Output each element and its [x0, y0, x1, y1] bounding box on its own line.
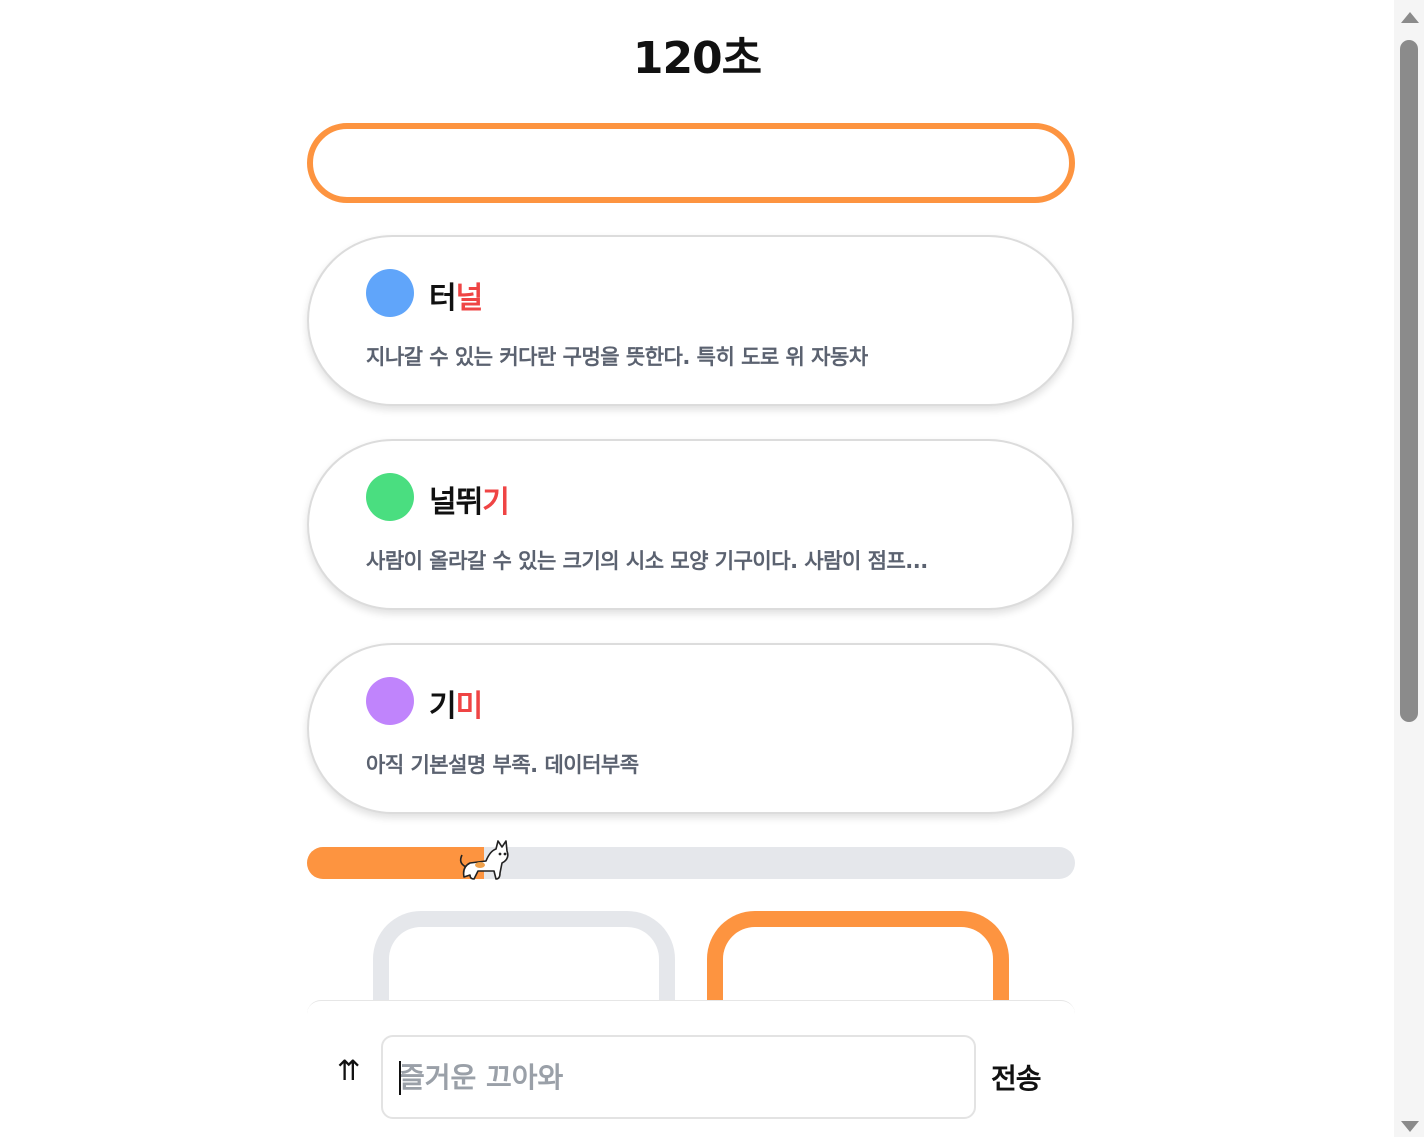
text-caret	[399, 1061, 401, 1095]
cat-icon	[459, 840, 509, 880]
card-word: 터널	[429, 281, 484, 316]
card-word: 널뛰기	[429, 485, 510, 520]
chat-input[interactable]	[381, 1035, 976, 1119]
card-description: 아직 기본설명 부족. 데이터부족	[366, 753, 639, 777]
scroll-top-button[interactable]: ⇈	[337, 1057, 360, 1085]
answer-input[interactable]	[307, 123, 1075, 203]
word-card: 터널 지나갈 수 있는 커다란 구멍을 뜻한다. 특히 도로 위 자동차	[307, 235, 1074, 406]
send-button[interactable]: 전송	[991, 1057, 1042, 1097]
word-card: 기미 아직 기본설명 부족. 데이터부족	[307, 643, 1074, 814]
scroll-thumb[interactable]	[1400, 40, 1418, 722]
timer-label: 120초	[632, 33, 762, 84]
card-dot	[366, 473, 414, 521]
card-dot	[366, 269, 414, 317]
word-card: 널뛰기 사람이 올라갈 수 있는 크기의 시소 모양 기구이다. 사람이 점프.…	[307, 439, 1074, 610]
scrollbar[interactable]	[1394, 0, 1424, 1137]
scroll-up-icon[interactable]	[1401, 12, 1419, 23]
progress-bar	[307, 840, 1075, 880]
card-word-highlight: 널	[455, 281, 484, 316]
card-word-highlight: 기	[482, 485, 510, 520]
chat-bar: ⇈ 전송	[307, 1000, 1075, 1138]
card-word-highlight: 미	[455, 689, 484, 724]
card-description: 지나갈 수 있는 커다란 구멍을 뜻한다. 특히 도로 위 자동차	[366, 345, 868, 369]
card-word: 기미	[429, 689, 484, 724]
scroll-down-icon[interactable]	[1401, 1121, 1419, 1132]
card-dot	[366, 677, 414, 725]
card-description: 사람이 올라갈 수 있는 크기의 시소 모양 기구이다. 사람이 점프...	[366, 549, 928, 573]
